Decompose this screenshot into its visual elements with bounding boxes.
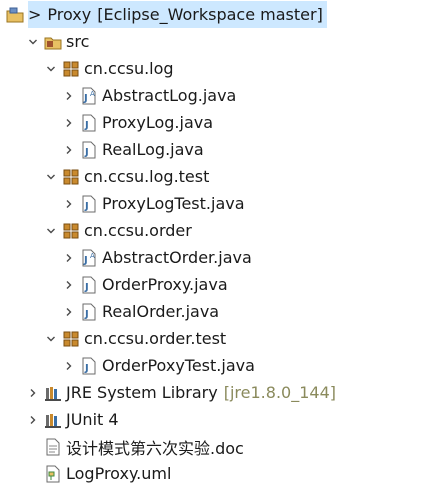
file-label: ProxyLogTest.java <box>102 194 245 213</box>
svg-text:J: J <box>84 147 89 158</box>
tree-row-src[interactable]: src <box>0 28 446 55</box>
tree-row-file[interactable]: J ProxyLog.java <box>0 109 446 136</box>
java-file-icon: J <box>80 303 98 321</box>
project-label: > Proxy [Eclipse_Workspace master] <box>28 1 327 28</box>
chevron-right-icon[interactable] <box>62 271 76 298</box>
chevron-right-icon[interactable] <box>62 352 76 379</box>
chevron-right-icon[interactable] <box>62 244 76 271</box>
library-icon <box>44 411 62 429</box>
chevron-right-icon[interactable] <box>26 379 40 406</box>
chevron-down-icon[interactable] <box>44 325 58 352</box>
jre-version-decoration: [jre1.8.0_144] <box>223 383 336 402</box>
chevron-right-icon[interactable] <box>62 136 76 163</box>
file-label: OrderProxy.java <box>102 275 228 294</box>
project-name: Proxy <box>47 5 92 24</box>
tree-row-doc[interactable]: 设计模式第六次实验.doc <box>0 433 446 460</box>
package-explorer-tree: > Proxy [Eclipse_Workspace master] src c… <box>0 0 446 488</box>
tree-row-file[interactable]: J A AbstractLog.java <box>0 82 446 109</box>
file-label: ProxyLog.java <box>102 113 214 132</box>
svg-text:A: A <box>90 252 95 260</box>
java-file-icon: J <box>80 276 98 294</box>
java-file-icon: J A <box>80 249 98 267</box>
chevron-right-icon[interactable] <box>62 190 76 217</box>
chevron-right-icon[interactable] <box>26 406 40 433</box>
source-folder-icon <box>44 33 62 51</box>
chevron-right-icon[interactable] <box>62 298 76 325</box>
chevron-right-icon[interactable] <box>62 82 76 109</box>
tree-row-file[interactable]: J OrderProxy.java <box>0 271 446 298</box>
svg-text:A: A <box>90 90 95 98</box>
doc-label: 设计模式第六次实验.doc <box>66 438 244 458</box>
chevron-down-icon[interactable] <box>26 28 40 55</box>
file-label: RealOrder.java <box>102 302 220 321</box>
svg-text:J: J <box>83 93 88 104</box>
package-icon <box>62 168 80 186</box>
package-label: cn.ccsu.order <box>84 221 192 240</box>
tree-row-package[interactable]: cn.ccsu.log <box>0 55 446 82</box>
tree-row-file[interactable]: J A AbstractOrder.java <box>0 244 446 271</box>
tree-row-uml[interactable]: LogProxy.uml <box>0 460 446 487</box>
jre-library-label: JRE System Library <box>66 383 218 402</box>
java-file-icon: J <box>80 114 98 132</box>
package-icon <box>62 222 80 240</box>
file-label: RealLog.java <box>102 140 204 159</box>
file-label: OrderPoxyTest.java <box>102 356 255 375</box>
file-label: AbstractLog.java <box>102 86 237 105</box>
chevron-down-icon[interactable] <box>44 217 58 244</box>
junit-label: JUnit 4 <box>66 410 119 429</box>
chevron-down-icon[interactable] <box>44 163 58 190</box>
file-label: AbstractOrder.java <box>102 248 252 267</box>
java-file-icon: J A <box>80 87 98 105</box>
package-label: cn.ccsu.log.test <box>84 167 210 186</box>
svg-text:J: J <box>84 201 89 212</box>
java-file-icon: J <box>80 141 98 159</box>
chevron-down-icon[interactable] <box>44 55 58 82</box>
document-icon <box>44 438 62 456</box>
tree-row-file[interactable]: J ProxyLogTest.java <box>0 190 446 217</box>
tree-row-package[interactable]: cn.ccsu.order <box>0 217 446 244</box>
svg-text:J: J <box>84 309 89 320</box>
package-icon <box>62 60 80 78</box>
uml-label: LogProxy.uml <box>66 464 172 483</box>
package-label: cn.ccsu.log <box>84 59 174 78</box>
package-icon <box>62 330 80 348</box>
project-folder-icon <box>6 6 24 24</box>
tree-row-file[interactable]: J RealOrder.java <box>0 298 446 325</box>
package-label: cn.ccsu.order.test <box>84 329 227 348</box>
tree-row-junit[interactable]: JUnit 4 <box>0 406 446 433</box>
tree-row-package[interactable]: cn.ccsu.log.test <box>0 163 446 190</box>
project-prefix: > <box>28 5 42 24</box>
svg-text:J: J <box>84 120 89 131</box>
tree-row-package[interactable]: cn.ccsu.order.test <box>0 325 446 352</box>
java-file-icon: J <box>80 357 98 375</box>
uml-file-icon <box>44 465 62 483</box>
svg-text:J: J <box>84 363 89 374</box>
java-file-icon: J <box>80 195 98 213</box>
tree-row-file[interactable]: J RealLog.java <box>0 136 446 163</box>
svg-text:J: J <box>83 255 88 266</box>
svg-text:J: J <box>84 282 89 293</box>
tree-row-project[interactable]: > Proxy [Eclipse_Workspace master] <box>0 1 446 28</box>
library-icon <box>44 384 62 402</box>
tree-row-jre-library[interactable]: JRE System Library [jre1.8.0_144] <box>0 379 446 406</box>
project-decoration: [Eclipse_Workspace master] <box>97 5 323 24</box>
tree-row-file[interactable]: J OrderPoxyTest.java <box>0 352 446 379</box>
src-label: src <box>66 32 90 51</box>
chevron-right-icon[interactable] <box>62 109 76 136</box>
